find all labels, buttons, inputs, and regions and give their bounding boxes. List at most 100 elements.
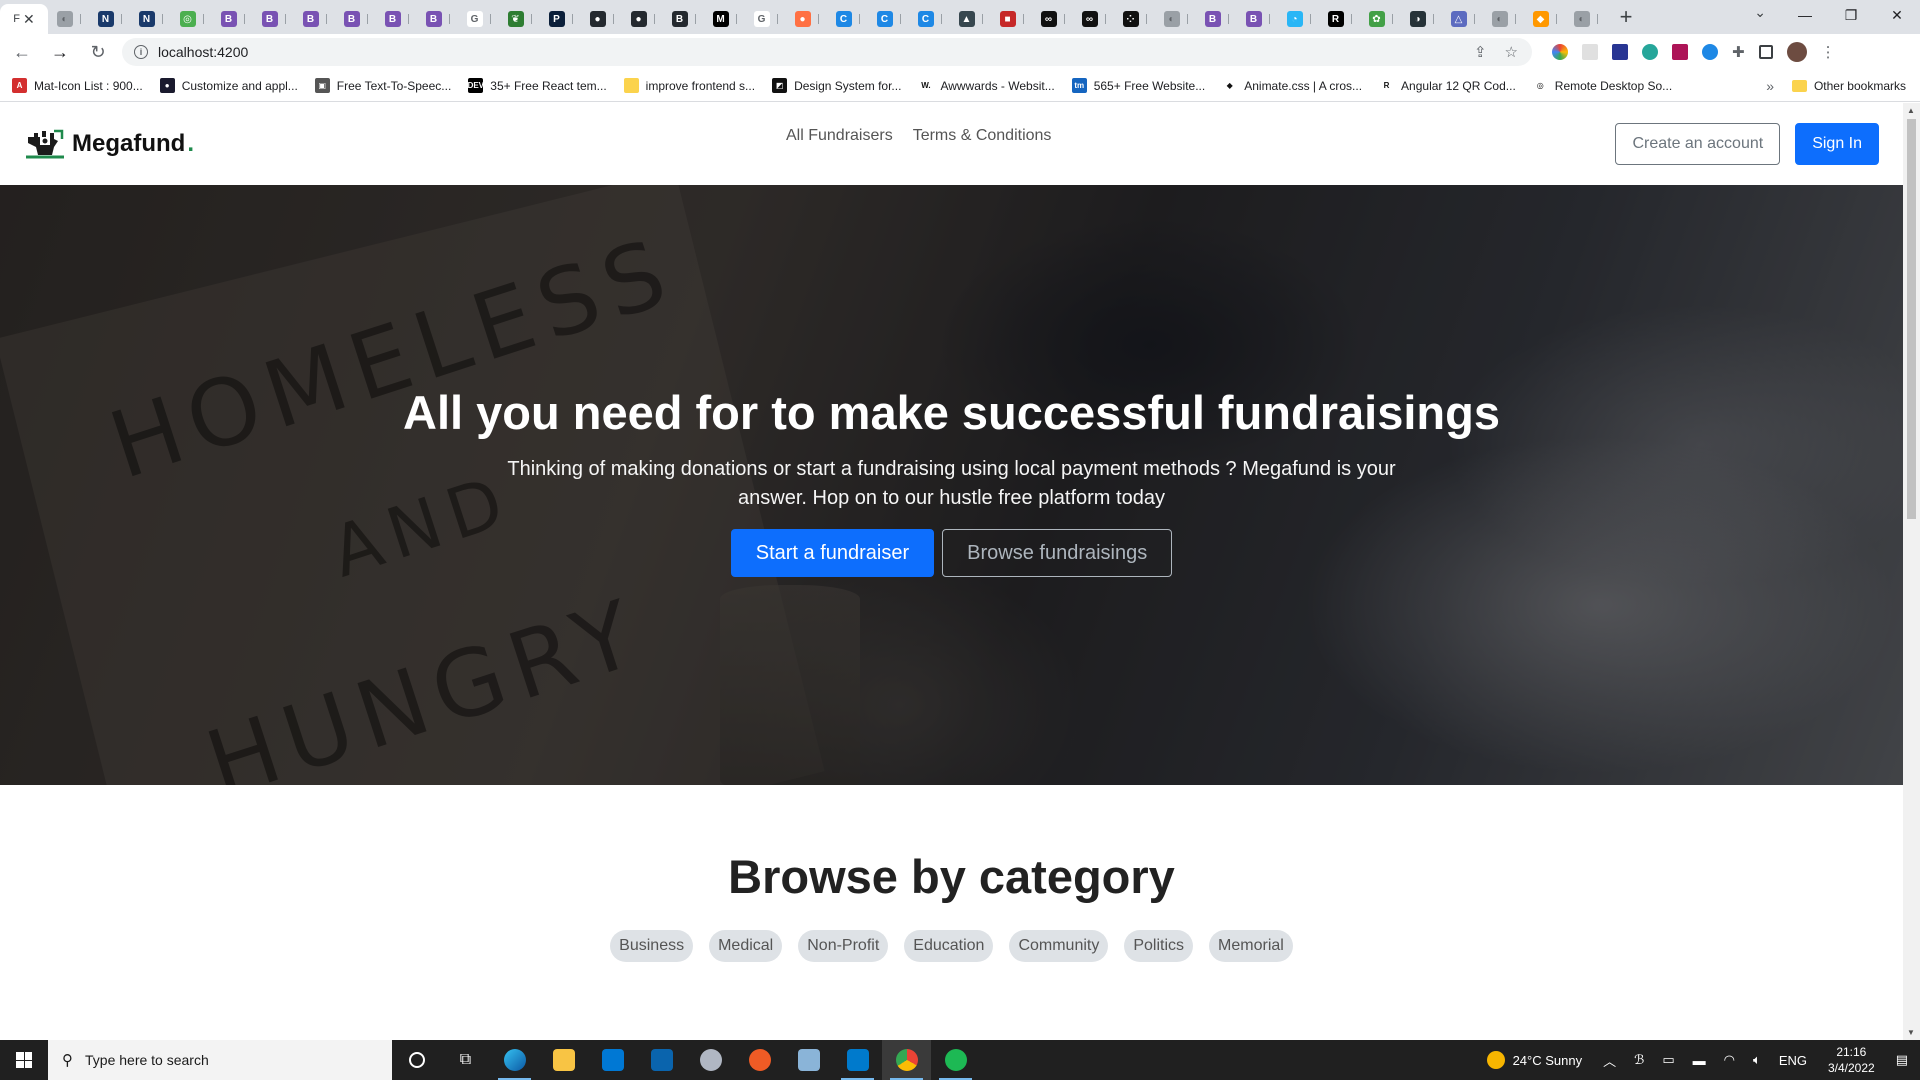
- task-view-button[interactable]: ⧉: [441, 1040, 490, 1080]
- more-bookmarks-icon[interactable]: »: [1766, 78, 1774, 94]
- scrollbar-thumb[interactable]: [1907, 119, 1916, 519]
- taskbar-notes[interactable]: [784, 1040, 833, 1080]
- scroll-up-arrow-icon[interactable]: ▲: [1907, 106, 1915, 115]
- taskbar-edge[interactable]: [490, 1040, 539, 1080]
- browse-fundraisings-button[interactable]: Browse fundraisings: [942, 529, 1173, 577]
- browser-tab[interactable]: ◐: [1483, 4, 1524, 34]
- meet-now-icon[interactable]: ▭: [1662, 1052, 1674, 1068]
- taskbar-mail[interactable]: [637, 1040, 686, 1080]
- address-bar[interactable]: i localhost:4200 ⇪ ☆: [122, 38, 1532, 66]
- bookmark-item[interactable]: A Mat-Icon List : 900...: [12, 78, 143, 93]
- notification-center-icon[interactable]: ▤: [1896, 1052, 1908, 1068]
- bookmark-item[interactable]: tm 565+ Free Website...: [1071, 78, 1205, 93]
- browser-tab[interactable]: ●: [786, 4, 827, 34]
- close-window-button[interactable]: ✕: [1874, 0, 1920, 30]
- bookmark-item[interactable]: improve frontend s...: [623, 78, 755, 93]
- battery-icon[interactable]: ▬: [1693, 1053, 1706, 1068]
- bookmark-item[interactable]: ◩ Design System for...: [772, 78, 901, 93]
- browser-tab[interactable]: ▲: [950, 4, 991, 34]
- forward-button[interactable]: →: [44, 36, 76, 68]
- browser-tab[interactable]: B: [212, 4, 253, 34]
- category-chip[interactable]: Business: [610, 930, 694, 962]
- wifi-icon[interactable]: ◠: [1724, 1052, 1735, 1068]
- browser-tab[interactable]: ●: [622, 4, 663, 34]
- taskbar-file-explorer[interactable]: [539, 1040, 588, 1080]
- browser-tab[interactable]: P: [540, 4, 581, 34]
- browser-tab[interactable]: C: [868, 4, 909, 34]
- nav-link-terms[interactable]: Terms & Conditions: [913, 127, 1052, 145]
- browser-tab[interactable]: B: [335, 4, 376, 34]
- clock[interactable]: 21:16 3/4/2022: [1828, 1044, 1875, 1076]
- browser-tab[interactable]: C: [827, 4, 868, 34]
- side-panel-icon[interactable]: [1758, 45, 1773, 59]
- globe-extension-icon[interactable]: [1702, 44, 1718, 60]
- start-fundraiser-button[interactable]: Start a fundraiser: [730, 529, 935, 577]
- taskbar-app-grey[interactable]: [686, 1040, 735, 1080]
- category-chip[interactable]: Non-Profit: [798, 930, 889, 962]
- codeium-extension-icon[interactable]: [1642, 44, 1658, 60]
- browser-tab[interactable]: ◑: [1401, 4, 1442, 34]
- scroll-down-arrow-icon[interactable]: ▼: [1907, 1028, 1915, 1037]
- browser-tab[interactable]: B: [663, 4, 704, 34]
- brand-logo[interactable]: Megafund.: [24, 127, 194, 161]
- extensions-puzzle-icon[interactable]: ✚: [1732, 43, 1745, 61]
- bookmark-item[interactable]: R Angular 12 QR Cod...: [1379, 78, 1516, 93]
- page-scrollbar[interactable]: ▲ ▼: [1903, 103, 1920, 1040]
- browser-tab[interactable]: ◔: [1278, 4, 1319, 34]
- taskbar-search-box[interactable]: ⚲ Type here to search: [48, 1040, 392, 1080]
- browser-tab[interactable]: ⁘: [1114, 4, 1155, 34]
- browser-tab[interactable]: N: [89, 4, 130, 34]
- category-chip[interactable]: Community: [1009, 930, 1109, 962]
- browser-tab[interactable]: B: [294, 4, 335, 34]
- volume-icon[interactable]: 🔈︎: [1753, 1052, 1761, 1068]
- graduation-cap-extension-icon[interactable]: [1612, 44, 1628, 60]
- taskbar-store[interactable]: [588, 1040, 637, 1080]
- start-button[interactable]: [0, 1040, 48, 1080]
- browser-tab[interactable]: ❦: [499, 4, 540, 34]
- category-chip[interactable]: Education: [904, 930, 994, 962]
- bookmark-extension-icon[interactable]: [1672, 44, 1688, 60]
- back-button[interactable]: ←: [6, 36, 38, 68]
- create-account-button[interactable]: Create an account: [1615, 123, 1781, 165]
- bookmark-item[interactable]: ◆ Animate.css | A cros...: [1222, 78, 1362, 93]
- chrome-menu-icon[interactable]: ⋮: [1821, 43, 1836, 61]
- browser-tab[interactable]: ◐: [48, 4, 89, 34]
- bookmark-item[interactable]: DEV 35+ Free React tem...: [468, 78, 607, 93]
- weather-widget[interactable]: 24°C Sunny: [1486, 1051, 1582, 1069]
- nav-link-all-fundraisers[interactable]: All Fundraisers: [786, 127, 893, 145]
- taskbar-postman[interactable]: [735, 1040, 784, 1080]
- tab-search-icon[interactable]: ⌄: [1754, 4, 1766, 21]
- close-tab-icon[interactable]: ✕: [23, 11, 35, 28]
- taskbar-vscode[interactable]: [833, 1040, 882, 1080]
- browser-tab[interactable]: ◐: [1565, 4, 1606, 34]
- profile-avatar[interactable]: [1786, 42, 1807, 62]
- category-chip[interactable]: Memorial: [1209, 930, 1293, 962]
- bookmark-item[interactable]: ◎ Remote Desktop So...: [1532, 78, 1672, 93]
- category-chip[interactable]: Medical: [709, 930, 783, 962]
- browser-tab[interactable]: R: [1319, 4, 1360, 34]
- bookmark-item[interactable]: ▣ Free Text-To-Speec...: [314, 78, 451, 93]
- browser-tab[interactable]: G: [745, 4, 786, 34]
- restore-button[interactable]: ❐: [1828, 0, 1874, 30]
- browser-tab[interactable]: B: [1237, 4, 1278, 34]
- new-tab-button[interactable]: +: [1612, 3, 1640, 31]
- share-icon[interactable]: ⇪: [1474, 43, 1487, 61]
- tab-active[interactable]: F ✕: [0, 4, 48, 34]
- taskbar-spotify[interactable]: [931, 1040, 980, 1080]
- browser-tab[interactable]: ◎: [171, 4, 212, 34]
- browser-tab[interactable]: ∞: [1073, 4, 1114, 34]
- browser-tab[interactable]: ∞: [1032, 4, 1073, 34]
- browser-tab[interactable]: △: [1442, 4, 1483, 34]
- browser-tab[interactable]: M: [704, 4, 745, 34]
- bookmark-item[interactable]: W. Awwwards - Websit...: [918, 78, 1055, 93]
- site-info-icon[interactable]: i: [134, 45, 148, 59]
- show-hidden-icons-icon[interactable]: ︿: [1603, 1051, 1616, 1070]
- category-chip[interactable]: Politics: [1124, 930, 1194, 962]
- browser-tab[interactable]: ◆: [1524, 4, 1565, 34]
- cortana-button[interactable]: [392, 1040, 441, 1080]
- tray-app-icon[interactable]: ℬ: [1634, 1052, 1644, 1068]
- extension-square-icon[interactable]: [1582, 44, 1598, 60]
- other-bookmarks-folder[interactable]: Other bookmarks: [1791, 79, 1906, 93]
- browser-tab[interactable]: C: [909, 4, 950, 34]
- minimize-button[interactable]: —: [1782, 0, 1828, 30]
